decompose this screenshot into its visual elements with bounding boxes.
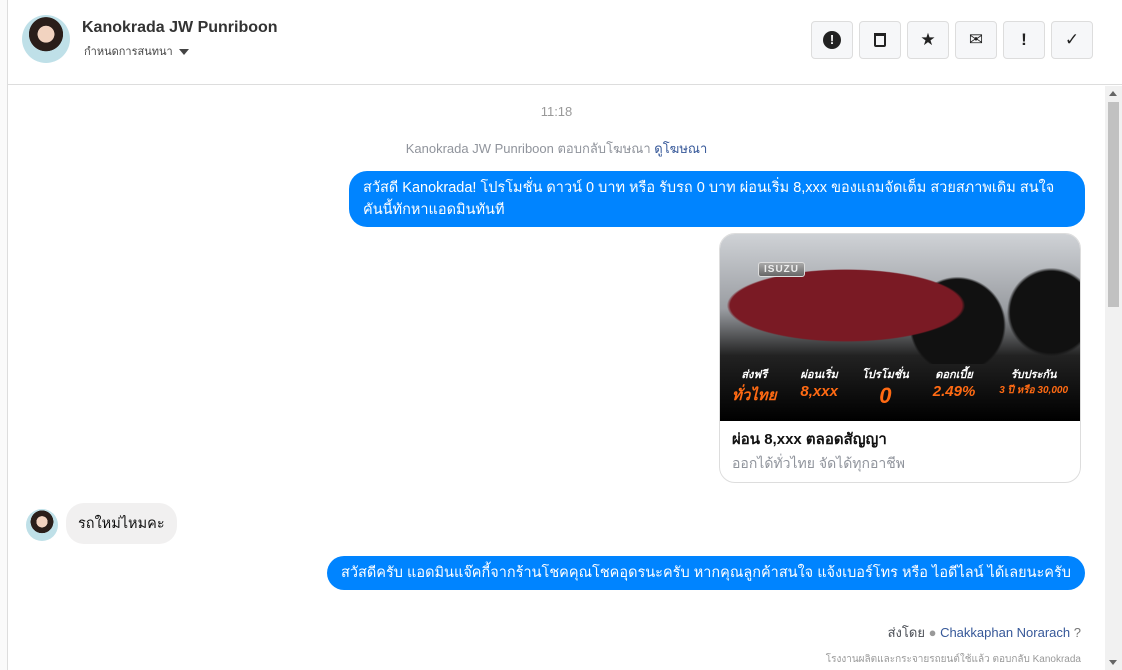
car-image [720,234,1080,364]
mark-unread-button[interactable]: ✉ [955,21,997,59]
verified-icon: ● [928,625,937,640]
car-brand-badge: ISUZU [758,262,805,277]
bottom-note: โรงงานผลิตและกระจายรถยนต์ใช้แล้ว ตอบกลับ… [825,654,1081,665]
scroll-thumb[interactable] [1108,102,1119,307]
ad-image: ISUZU ส่งฟรี ทั่วไทย ผ่อนเริ่ม 8,xxx โปรโม… [720,234,1080,421]
star-button[interactable]: ★ [907,21,949,59]
scroll-up-icon[interactable] [1109,91,1117,96]
ad-subtitle: ออกได้ทั่วไทย จัดได้ทุกอาชีพ [732,455,906,471]
alert-circle-icon: ! [823,31,841,49]
avatar[interactable] [22,15,70,63]
ad-reply-text: Kanokrada JW Punriboon ตอบกลับโฆษณา [405,141,651,156]
caret-down-icon [178,49,189,56]
ad-card[interactable]: ISUZU ส่งฟรี ทั่วไทย ผ่อนเริ่ม 8,xxx โปรโม… [719,233,1081,483]
promo-strip: ส่งฟรี ทั่วไทย ผ่อนเริ่ม 8,xxx โปรโมชั่น 0 … [720,365,1080,409]
outgoing-message: สวัสดี Kanokrada! โปรโมชั่น ดาวน์ 0 บาท … [349,171,1085,227]
spam-button[interactable]: ! [811,21,853,59]
promo-item: ส่งฟรี ทั่วไทย [731,369,777,404]
incoming-message: รถใหม่ไหมคะ [66,503,177,544]
action-toolbar: ! ★ ✉ ! ✓ [811,21,1093,59]
sent-by-label: ส่งโดย [887,625,925,640]
follow-up-button[interactable]: ! [1003,21,1045,59]
conversation-header: Kanokrada JW Punriboon กำหนดการสนทนา ! ★… [8,0,1122,85]
star-icon: ★ [920,30,936,49]
mark-done-button[interactable]: ✓ [1051,21,1093,59]
scrollbar[interactable] [1105,86,1122,670]
sender-name[interactable]: Chakkaphan Norarach [940,625,1070,640]
promo-item: ผ่อนเริ่ม 8,xxx [800,369,838,400]
contact-name[interactable]: Kanokrada JW Punriboon [82,19,278,37]
sent-by: ส่งโดย ● Chakkaphan Norarach ? [888,622,1081,643]
envelope-icon: ✉ [968,30,984,49]
exclamation-icon: ! [1021,30,1027,49]
promo-item: ดอกเบี้ย 2.49% [932,369,976,400]
timestamp: 11:18 [540,104,573,119]
ad-title: ผ่อน 8,xxx ตลอดสัญญา [732,431,887,448]
assign-conversation-dropdown[interactable]: กำหนดการสนทนา [84,42,189,60]
left-panel-edge [0,0,8,670]
view-ad-link[interactable]: ดูโฆษณา [654,141,707,156]
help-icon[interactable]: ? [1074,625,1081,640]
contact-avatar [26,509,58,541]
outgoing-message: สวัสดีครับ แอดมินแจ๊คกี้จากร้านโชคคุณโชค… [327,556,1085,590]
message-thread: 11:18 Kanokrada JW Punriboon ตอบกลับโฆษณ… [8,86,1105,670]
scroll-down-icon[interactable] [1109,660,1117,665]
delete-button[interactable] [859,21,901,59]
trash-icon [874,33,886,47]
promo-item: โปรโมชั่น 0 [861,369,909,408]
assign-label: กำหนดการสนทนา [84,46,173,58]
check-icon: ✓ [1064,30,1080,49]
ad-reply-notice: Kanokrada JW Punriboon ตอบกลับโฆษณา ดูโฆ… [8,138,1105,159]
promo-item: รับประกัน 3 ปี หรือ 30,000 [999,369,1069,396]
